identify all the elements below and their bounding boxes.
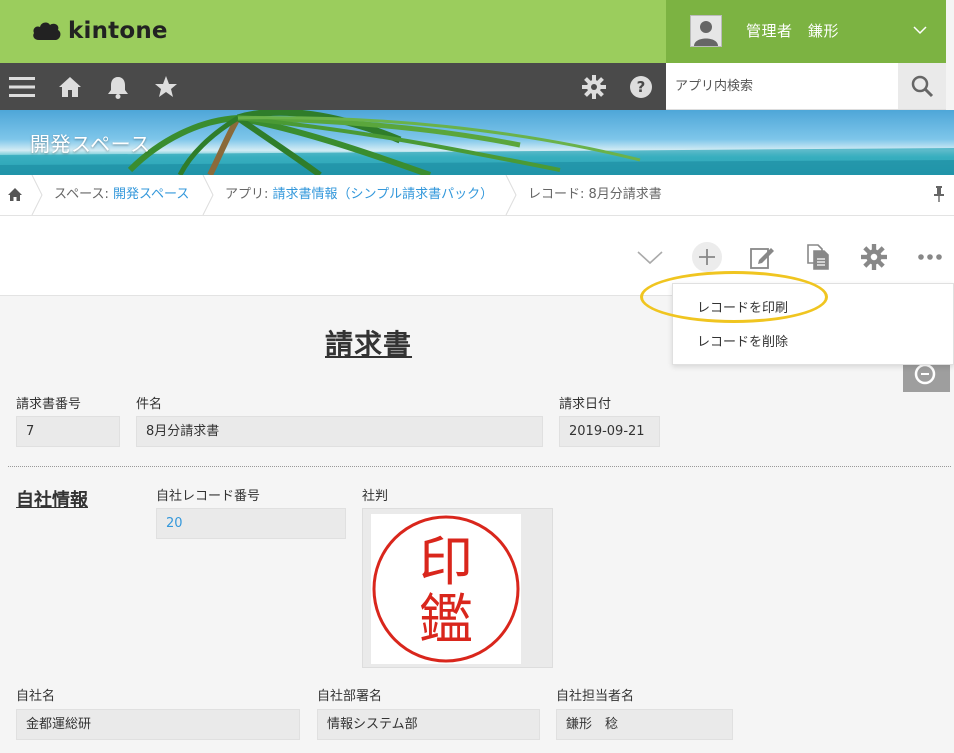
breadcrumb: スペース: 開発スペース アプリ: 請求書情報（シンプル請求書パック） レコード…: [0, 175, 954, 216]
ellipsis-icon: [918, 254, 942, 260]
breadcrumb-separator: [31, 175, 43, 215]
space-title: 開発スペース: [30, 132, 151, 156]
staff-label: 自社担当者名: [556, 689, 635, 704]
breadcrumb-space-link[interactable]: 開発スペース: [113, 187, 189, 202]
breadcrumb-separator: [202, 175, 214, 215]
breadcrumb-app-prefix: アプリ:: [225, 187, 273, 202]
gear-icon[interactable]: [581, 74, 607, 100]
collapse-chevron-icon[interactable]: [633, 240, 667, 274]
comment-icon: [914, 363, 936, 385]
staff-value: 鎌形 稔: [556, 709, 733, 740]
form-title: 請求書: [325, 328, 413, 361]
print-record-item[interactable]: レコードを印刷: [697, 297, 788, 316]
breadcrumb-app-link[interactable]: 請求書情報（シンプル請求書パック）: [273, 187, 494, 202]
more-options-button[interactable]: [913, 240, 947, 274]
breadcrumb-home-icon[interactable]: [8, 188, 22, 202]
subject-value: 8月分請求書: [136, 416, 543, 447]
invoice-date-value: 2019-09-21: [559, 416, 660, 447]
star-icon[interactable]: [153, 74, 179, 100]
seal-stamp-icon: 印 鑑: [372, 515, 520, 663]
hamburger-icon[interactable]: [9, 74, 35, 100]
avatar: [690, 15, 722, 47]
invoice-number-value: 7: [16, 416, 120, 447]
breadcrumb-app: アプリ: 請求書情報（シンプル請求書パック）: [225, 175, 493, 215]
copy-icon: [807, 244, 829, 270]
invoice-date-label: 請求日付: [559, 397, 612, 412]
duplicate-button[interactable]: [801, 240, 835, 274]
company-seal-label: 社判: [362, 489, 389, 504]
svg-text:?: ?: [637, 78, 646, 96]
app-header: kintone 管理者 鎌形: [0, 0, 954, 63]
record-detail-form: 請求書 請求書番号 7 件名 8月分請求書 請求日付 2019-09-21 自社…: [0, 297, 954, 753]
search-input[interactable]: [666, 63, 898, 109]
breadcrumb-separator: [505, 175, 517, 215]
breadcrumb-space-prefix: スペース:: [54, 187, 113, 202]
invoice-number-label: 請求書番号: [16, 397, 82, 412]
cloud-logo-icon: [33, 22, 61, 40]
edit-icon: [750, 248, 774, 269]
svg-text:鑑: 鑑: [419, 588, 473, 651]
record-settings-button[interactable]: [857, 240, 891, 274]
app-search: [666, 63, 946, 110]
delete-record-item[interactable]: レコードを削除: [697, 331, 788, 350]
breadcrumb-record: レコード: 8月分請求書: [528, 187, 662, 202]
company-record-number-link[interactable]: 20: [156, 508, 346, 539]
company-name-label: 自社名: [16, 689, 56, 704]
company-seal-field: 印 鑑: [362, 508, 553, 668]
edit-button[interactable]: [745, 240, 779, 274]
pin-icon[interactable]: [934, 186, 944, 202]
more-options-menu: レコードを印刷 レコードを削除: [672, 283, 954, 365]
svg-text:印: 印: [419, 530, 473, 593]
company-seal-image[interactable]: 印 鑑: [371, 514, 521, 664]
kintone-logo[interactable]: kintone: [32, 16, 168, 46]
breadcrumb-space: スペース: 開発スペース: [54, 175, 189, 215]
department-label: 自社部署名: [317, 689, 383, 704]
chevron-down-icon[interactable]: [912, 22, 928, 38]
user-menu[interactable]: 管理者 鎌形: [666, 0, 946, 63]
plus-icon: [692, 242, 722, 272]
bell-icon[interactable]: [105, 74, 131, 100]
search-icon: [911, 75, 934, 98]
section-divider: [8, 466, 951, 467]
company-record-number-label: 自社レコード番号: [156, 489, 261, 504]
logo-text: kintone: [68, 18, 168, 44]
subject-label: 件名: [136, 397, 163, 412]
window-edge: [946, 0, 954, 110]
search-button[interactable]: [898, 63, 946, 109]
company-name-value: 金都運総研: [16, 709, 300, 740]
home-icon[interactable]: [57, 74, 83, 100]
user-avatar-icon: [691, 16, 721, 46]
global-toolbar: ?: [0, 63, 666, 110]
question-icon[interactable]: ?: [628, 74, 654, 100]
add-record-button[interactable]: [690, 240, 724, 274]
company-section-title: 自社情報: [16, 490, 88, 511]
space-banner: 開発スペース: [0, 110, 954, 175]
user-name: 管理者 鎌形: [746, 22, 840, 40]
department-value: 情報システム部: [317, 709, 540, 740]
gear-icon: [861, 244, 887, 270]
